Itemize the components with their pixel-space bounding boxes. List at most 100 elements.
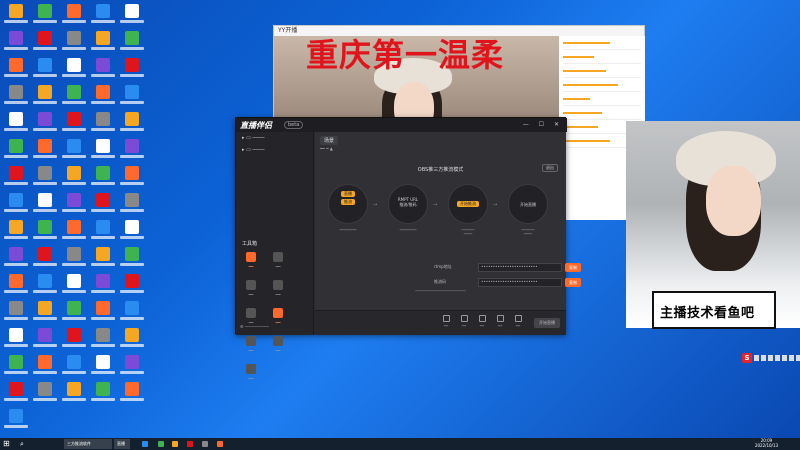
tool-button[interactable]: ━━ <box>267 250 289 278</box>
desktop-app-icon[interactable] <box>120 58 144 86</box>
toolbar-item[interactable]: ━━ <box>455 315 473 328</box>
desktop-app-icon[interactable] <box>91 166 115 194</box>
tool-button[interactable]: ━━ <box>240 250 262 278</box>
desktop-app-icon[interactable] <box>33 112 57 140</box>
rtmp-input[interactable]: •••••••••••••••••••••••• <box>478 263 562 272</box>
desktop-app-icon[interactable] <box>62 31 86 59</box>
desktop-app-icon[interactable] <box>33 328 57 356</box>
start-live-button[interactable]: 开始直播 <box>534 318 560 328</box>
exit-button[interactable]: 退出 <box>542 164 558 172</box>
desktop-app-icon[interactable] <box>91 85 115 113</box>
desktop-app-icon[interactable] <box>33 247 57 275</box>
desktop-app-icon[interactable] <box>33 220 57 248</box>
desktop-app-icon[interactable] <box>91 355 115 383</box>
desktop-app-icon[interactable] <box>33 382 57 410</box>
app-icon[interactable] <box>158 441 164 447</box>
desktop-app-icon[interactable] <box>91 4 115 32</box>
setting-row[interactable] <box>563 112 641 120</box>
desktop-app-icon[interactable] <box>120 355 144 383</box>
desktop-app-icon[interactable] <box>62 4 86 32</box>
desktop-app-icon[interactable] <box>62 355 86 383</box>
tool-button[interactable]: ━━ <box>267 278 289 306</box>
desktop-app-icon[interactable] <box>120 85 144 113</box>
setting-row[interactable] <box>563 42 641 50</box>
desktop-app-icon[interactable] <box>4 355 28 383</box>
desktop-app-icon[interactable] <box>4 193 28 221</box>
step1-pill-b[interactable]: 推流 <box>341 199 355 205</box>
desktop-app-icon[interactable] <box>33 58 57 86</box>
desktop-app-icon[interactable] <box>62 382 86 410</box>
step1-pill-a[interactable]: 直播 <box>341 191 355 197</box>
desktop-app-icon[interactable] <box>4 409 28 437</box>
desktop-app-icon[interactable] <box>4 274 28 302</box>
desktop-app-icon[interactable] <box>120 220 144 248</box>
desktop-app-icon[interactable] <box>33 355 57 383</box>
taskbar-clock[interactable]: 20:09 2022/10/13 <box>755 438 778 448</box>
desktop-app-icon[interactable] <box>4 58 28 86</box>
desktop-app-icon[interactable] <box>33 139 57 167</box>
app-icon[interactable] <box>187 441 193 447</box>
desktop-app-icon[interactable] <box>120 112 144 140</box>
desktop-app-icon[interactable] <box>4 31 28 59</box>
desktop-app-icon[interactable] <box>62 301 86 329</box>
sidebar-footer[interactable]: ⚙ ────────── <box>240 324 269 329</box>
desktop-app-icon[interactable] <box>91 220 115 248</box>
desktop-app-icon[interactable] <box>33 85 57 113</box>
desktop-app-icon[interactable] <box>120 247 144 275</box>
setting-row[interactable] <box>563 56 641 64</box>
app-icon[interactable] <box>217 441 223 447</box>
desktop-app-icon[interactable] <box>120 31 144 59</box>
desktop-app-icon[interactable] <box>120 4 144 32</box>
desktop-app-icon[interactable] <box>91 247 115 275</box>
tab-scene[interactable]: 场景 <box>320 136 339 145</box>
live-companion-window[interactable]: 直播伴侣 beta — ☐ ✕ ▸ ▭ ──── ▸ ▭ ──── 工具箱 ━━… <box>235 117 581 381</box>
desktop-app-icon[interactable] <box>120 166 144 194</box>
tool-button[interactable]: ━━ <box>267 306 289 334</box>
desktop-app-icon[interactable] <box>33 193 57 221</box>
sub-tabs[interactable]: ━━ ━ ▲ <box>320 146 333 151</box>
desktop-app-icon[interactable] <box>4 328 28 356</box>
toolbar-item[interactable]: ━━ <box>509 315 527 328</box>
desktop-app-icon[interactable] <box>91 382 115 410</box>
desktop-app-icon[interactable] <box>120 139 144 167</box>
taskbar-task[interactable]: 直播 <box>114 439 130 449</box>
desktop-app-icon[interactable] <box>120 274 144 302</box>
desktop-app-icon[interactable] <box>91 301 115 329</box>
desktop-app-icon[interactable] <box>62 85 86 113</box>
desktop-app-icon[interactable] <box>62 328 86 356</box>
desktop-app-icon[interactable] <box>4 166 28 194</box>
toolbar-item[interactable]: ━━ <box>473 315 491 328</box>
desktop-app-icon[interactable] <box>62 112 86 140</box>
desktop-app-icon[interactable] <box>33 166 57 194</box>
desktop-app-icon[interactable] <box>62 166 86 194</box>
desktop-app-icon[interactable] <box>4 247 28 275</box>
key-input[interactable]: •••••••••••••••••••••••• <box>478 278 562 287</box>
scene-item[interactable]: ▸ ▭ ──── <box>236 144 313 156</box>
setting-row[interactable] <box>563 84 641 92</box>
windows-logo-icon[interactable]: ⊞ <box>3 440 10 448</box>
desktop-app-icon[interactable] <box>4 4 28 32</box>
desktop-app-icon[interactable] <box>4 139 28 167</box>
copy-key-button[interactable]: 复制 <box>565 278 581 287</box>
desktop-app-icon[interactable] <box>33 4 57 32</box>
desktop-app-icon[interactable] <box>91 328 115 356</box>
setting-row[interactable] <box>563 98 641 106</box>
tool-button[interactable]: ━━ <box>240 306 262 334</box>
desktop-app-icon[interactable] <box>91 112 115 140</box>
desktop-app-icon[interactable] <box>91 274 115 302</box>
desktop-app-icon[interactable] <box>4 301 28 329</box>
taskbar-task[interactable]: 三方推流软件 <box>64 439 112 449</box>
app-icon[interactable] <box>142 441 148 447</box>
desktop-app-icon[interactable] <box>120 301 144 329</box>
tool-button[interactable]: ━━ <box>240 362 262 390</box>
setting-row[interactable] <box>563 70 641 78</box>
copy-rtmp-button[interactable]: 复制 <box>565 263 581 272</box>
app-icon[interactable] <box>202 441 208 447</box>
desktop-app-icon[interactable] <box>91 139 115 167</box>
search-icon[interactable]: ⌕ <box>20 440 24 448</box>
desktop-app-icon[interactable] <box>62 139 86 167</box>
tool-button[interactable]: ━━ <box>240 334 262 362</box>
desktop-app-icon[interactable] <box>62 220 86 248</box>
folder-icon[interactable] <box>172 441 178 447</box>
desktop-app-icon[interactable] <box>62 58 86 86</box>
